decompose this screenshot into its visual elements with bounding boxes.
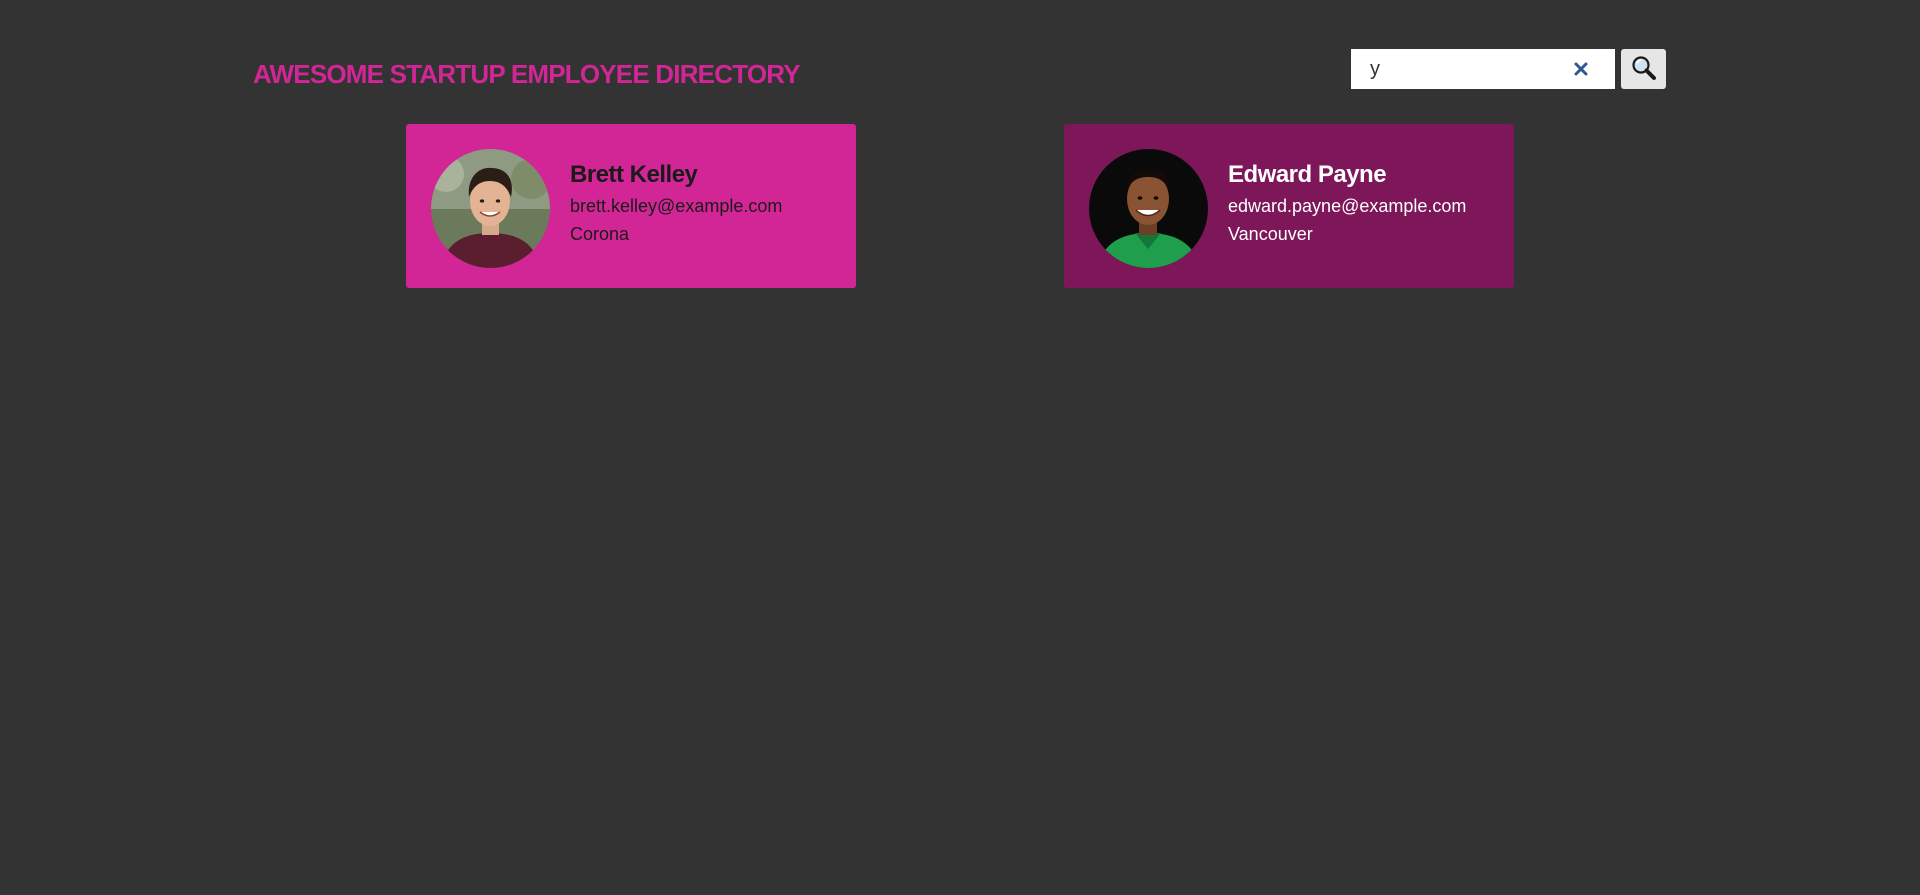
close-icon[interactable] <box>1569 57 1593 81</box>
employee-name: Brett Kelley <box>570 161 698 188</box>
search-input[interactable] <box>1351 49 1571 89</box>
avatar <box>431 149 550 268</box>
employee-email: brett.kelley@example.com <box>570 196 783 216</box>
employee-city: Vancouver <box>1228 224 1313 244</box>
avatar <box>1089 149 1208 268</box>
employee-city: Corona <box>570 224 630 244</box>
search-button[interactable] <box>1621 49 1666 89</box>
employee-card[interactable]: Brett Kelley brett.kelley@example.com Co… <box>406 124 856 288</box>
search-box <box>1351 49 1615 89</box>
employee-card[interactable]: Edward Payne edward.payne@example.com Va… <box>1064 124 1514 288</box>
employee-info: Brett Kelley brett.kelley@example.com Co… <box>570 160 782 248</box>
page-title: AWESOME STARTUP EMPLOYEE DIRECTORY <box>253 59 801 89</box>
employee-info: Edward Payne edward.payne@example.com Va… <box>1228 160 1466 248</box>
employee-name: Edward Payne <box>1228 161 1387 188</box>
employee-email: edward.payne@example.com <box>1228 196 1467 216</box>
magnifier-icon <box>1632 56 1656 80</box>
